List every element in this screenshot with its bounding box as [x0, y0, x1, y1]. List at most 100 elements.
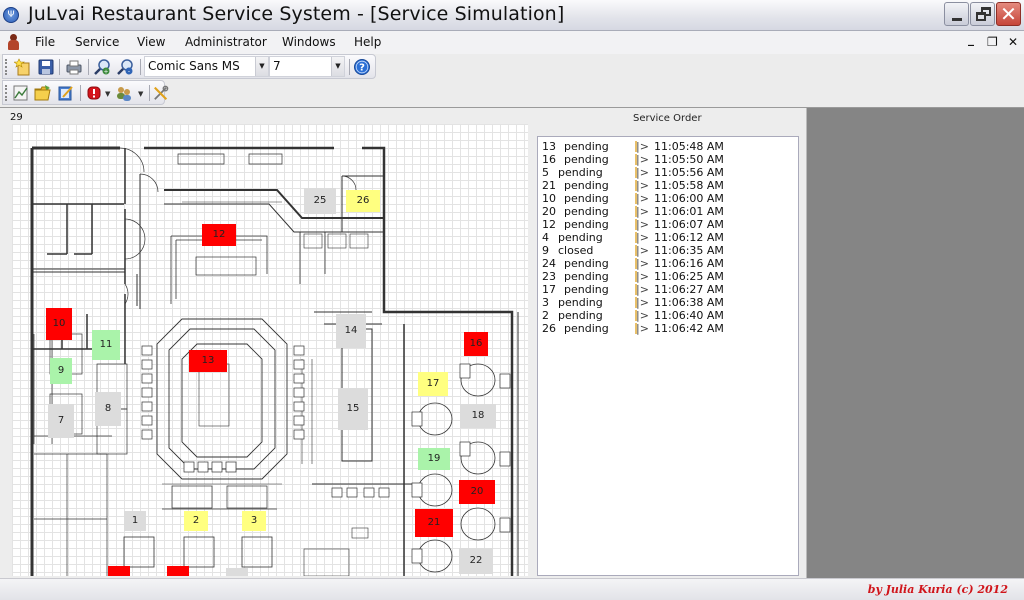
order-status: pending: [564, 270, 609, 283]
order-time: 11:06:42 AM: [654, 322, 724, 335]
table-3-status-tag[interactable]: 3: [242, 511, 266, 531]
floor-plan: 1 2 3 7 8 9 10 11 12 13 14 15 16 17 18 19 20 21 22 25 26: [12, 124, 528, 576]
open-folder-icon[interactable]: [34, 84, 52, 102]
order-row[interactable]: 16 pending |> 11:05:50 AM: [542, 153, 792, 166]
menu-bar: File Service View Administrator Windows …: [0, 31, 1024, 54]
mdi-restore-button[interactable]: ❐: [987, 35, 998, 49]
table-25-status-tag[interactable]: 25: [304, 188, 336, 214]
table-7-status-tag[interactable]: 7: [48, 404, 74, 438]
order-separator: |>: [635, 244, 649, 257]
table-26-status-tag[interactable]: 26: [346, 190, 380, 212]
mdi-close-button[interactable]: ✕: [1008, 35, 1018, 49]
partial-table-tag[interactable]: [167, 566, 189, 576]
order-row[interactable]: 17 pending |> 11:06:27 AM: [542, 283, 792, 296]
table-8-status-tag[interactable]: 8: [95, 392, 121, 426]
order-row[interactable]: 20 pending |> 11:06:01 AM: [542, 205, 792, 218]
order-separator: |>: [635, 322, 649, 335]
order-row[interactable]: 9 closed |> 11:06:35 AM: [542, 244, 792, 257]
toolbar-grip[interactable]: [5, 85, 7, 101]
minimize-button[interactable]: [944, 2, 969, 26]
order-row[interactable]: 13 pending |> 11:05:48 AM: [542, 140, 792, 153]
zoom-out-icon[interactable]: -: [117, 58, 135, 76]
toolbar-grip[interactable]: [5, 59, 7, 75]
svg-text:-: -: [128, 69, 130, 76]
menu-view[interactable]: View: [137, 35, 165, 49]
order-table-number: 3: [542, 296, 549, 309]
table-2-status-tag[interactable]: 2: [184, 511, 208, 531]
help-icon[interactable]: ?: [353, 58, 371, 76]
separator: [59, 59, 60, 75]
table-15-status-tag[interactable]: 15: [338, 388, 368, 430]
print-icon[interactable]: [65, 58, 83, 76]
alert-icon[interactable]: [85, 84, 103, 102]
order-row[interactable]: 5 pending |> 11:05:56 AM: [542, 166, 792, 179]
service-order-list[interactable]: 13 pending |> 11:05:48 AM 16 pending |> 11:05:5…: [537, 136, 799, 576]
order-separator: |>: [635, 205, 649, 218]
partial-table-tag[interactable]: [108, 566, 130, 576]
order-separator: |>: [635, 218, 649, 231]
alert-dropdown-icon[interactable]: ▼: [105, 90, 110, 98]
zoom-in-icon[interactable]: +: [94, 58, 112, 76]
report-icon[interactable]: [12, 84, 30, 102]
table-1-status-tag[interactable]: 1: [124, 511, 146, 531]
window-title: JuLvai Restaurant Service System - [Serv…: [28, 3, 565, 25]
order-row[interactable]: 23 pending |> 11:06:25 AM: [542, 270, 792, 283]
table-11-status-tag[interactable]: 11: [92, 330, 120, 360]
menu-help[interactable]: Help: [354, 35, 381, 49]
order-table-number: 20: [542, 205, 556, 218]
close-button[interactable]: ✕: [996, 2, 1021, 26]
users-dropdown-icon[interactable]: ▼: [138, 90, 143, 98]
order-row[interactable]: 4 pending |> 11:06:12 AM: [542, 231, 792, 244]
order-time: 11:06:07 AM: [654, 218, 724, 231]
table-21-status-tag[interactable]: 21: [415, 509, 453, 537]
edit-icon[interactable]: [57, 84, 75, 102]
menu-administrator[interactable]: Administrator: [185, 35, 267, 49]
mdi-child-icon[interactable]: [8, 34, 19, 51]
table-17-status-tag[interactable]: 17: [418, 372, 448, 396]
title-bar: Ψ JuLvai Restaurant Service System - [Se…: [0, 0, 1024, 31]
table-10-status-tag[interactable]: 10: [46, 308, 72, 340]
table-14-status-tag[interactable]: 14: [336, 314, 366, 348]
order-row[interactable]: 12 pending |> 11:06:07 AM: [542, 218, 792, 231]
chevron-down-icon[interactable]: ▼: [255, 57, 268, 76]
restore-button[interactable]: [970, 2, 995, 26]
save-icon[interactable]: [37, 58, 55, 76]
order-status: pending: [558, 166, 603, 179]
table-13-status-tag[interactable]: 13: [189, 350, 227, 372]
order-row[interactable]: 26 pending |> 11:06:42 AM: [542, 322, 792, 335]
menu-file[interactable]: File: [35, 35, 55, 49]
mdi-minimize-button[interactable]: _: [968, 32, 974, 46]
partial-table-tag[interactable]: [226, 568, 248, 576]
menu-service[interactable]: Service: [75, 35, 119, 49]
order-status: pending: [558, 309, 603, 322]
order-row[interactable]: 3 pending |> 11:06:38 AM: [542, 296, 792, 309]
order-table-number: 5: [542, 166, 549, 179]
separator: [349, 59, 350, 75]
order-row[interactable]: 21 pending |> 11:05:58 AM: [542, 179, 792, 192]
tools-icon[interactable]: [153, 84, 169, 102]
restore-icon-front: [976, 12, 986, 21]
order-time: 11:06:12 AM: [654, 231, 724, 244]
order-row[interactable]: 24 pending |> 11:06:16 AM: [542, 257, 792, 270]
table-18-status-tag[interactable]: 18: [460, 404, 496, 428]
order-row[interactable]: 10 pending |> 11:06:00 AM: [542, 192, 792, 205]
menu-windows[interactable]: Windows: [282, 35, 336, 49]
table-19-status-tag[interactable]: 19: [418, 448, 450, 470]
font-name-select[interactable]: Comic Sans MS ▼: [144, 56, 269, 77]
table-22-status-tag[interactable]: 22: [459, 548, 493, 574]
order-time: 11:06:01 AM: [654, 205, 724, 218]
table-9-status-tag[interactable]: 9: [50, 358, 72, 384]
order-row[interactable]: 2 pending |> 11:06:40 AM: [542, 309, 792, 322]
users-icon[interactable]: [115, 84, 133, 102]
table-12-status-tag[interactable]: 12: [202, 224, 236, 246]
order-separator: |>: [635, 257, 649, 270]
new-icon[interactable]: [14, 58, 32, 76]
chevron-down-icon[interactable]: ▼: [331, 57, 344, 76]
table-20-status-tag[interactable]: 20: [459, 480, 495, 504]
separator: [88, 59, 89, 75]
table-16-status-tag[interactable]: 16: [464, 332, 488, 356]
svg-text:?: ?: [359, 63, 365, 74]
order-table-number: 10: [542, 192, 556, 205]
font-size-select[interactable]: 7 ▼: [269, 56, 345, 77]
order-status: pending: [564, 192, 609, 205]
